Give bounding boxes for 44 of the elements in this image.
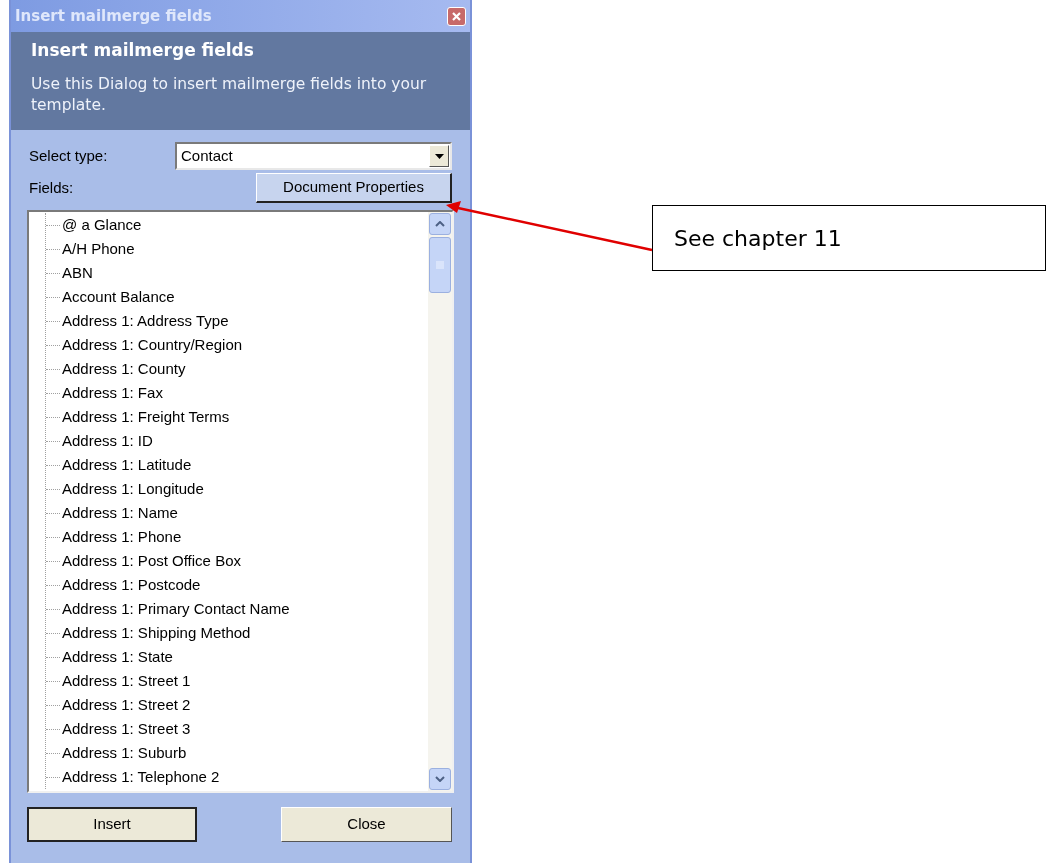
- field-item[interactable]: Address 1: Street 3: [62, 720, 191, 738]
- field-item[interactable]: Address 1: Country/Region: [62, 336, 243, 354]
- field-item[interactable]: Address 1: State: [62, 648, 173, 666]
- header-description: Use this Dialog to insert mailmerge fields into your template.: [31, 73, 428, 116]
- scroll-down-button[interactable]: [429, 768, 451, 790]
- dropdown-button[interactable]: [429, 145, 449, 167]
- field-item[interactable]: Address 1: Fax: [62, 384, 163, 402]
- field-item[interactable]: A/H Phone: [62, 240, 135, 258]
- field-item[interactable]: ABN: [62, 264, 93, 282]
- close-icon: [451, 10, 462, 22]
- field-item[interactable]: Address 1: Latitude: [62, 456, 192, 474]
- field-item[interactable]: Address 1: Primary Contact Name: [62, 600, 290, 618]
- scrollbar[interactable]: [428, 212, 452, 791]
- fields-label: Fields:: [29, 177, 74, 198]
- field-item[interactable]: Address 1: Post Office Box: [62, 552, 241, 570]
- window-title: Insert mailmerge fields: [15, 5, 212, 27]
- type-dropdown[interactable]: Contact: [175, 142, 452, 170]
- insert-button[interactable]: Insert: [27, 807, 197, 842]
- document-properties-button[interactable]: Document Properties: [256, 173, 452, 203]
- field-item[interactable]: Address 1: Suburb: [62, 744, 187, 762]
- field-item[interactable]: Address 1: Shipping Method: [62, 624, 251, 642]
- field-item[interactable]: Address 1: Freight Terms: [62, 408, 230, 426]
- field-item[interactable]: Address 1: Postcode: [62, 576, 201, 594]
- field-item[interactable]: @ a Glance: [62, 216, 142, 234]
- field-item[interactable]: Address 1: Name: [62, 504, 178, 522]
- field-item[interactable]: Address 1: Longitude: [62, 480, 204, 498]
- select-type-label: Select type:: [29, 145, 109, 166]
- field-item[interactable]: Address 1: Street 2: [62, 696, 191, 714]
- scroll-up-button[interactable]: [429, 213, 451, 235]
- field-item[interactable]: Address 1: Street 1: [62, 672, 191, 690]
- chevron-up-icon: [435, 221, 445, 227]
- caret-icon: [434, 153, 444, 159]
- chevron-down-icon: [435, 776, 445, 782]
- close-button[interactable]: [447, 6, 466, 26]
- field-item[interactable]: Address 1: Phone: [62, 528, 182, 546]
- callout-text: See chapter 11: [652, 205, 1046, 271]
- field-item[interactable]: Address 1: ID: [62, 432, 153, 450]
- close-dialog-button[interactable]: Close: [281, 807, 452, 842]
- field-item[interactable]: Account Balance: [62, 288, 175, 306]
- field-item[interactable]: Address 1: County: [62, 360, 186, 378]
- field-item[interactable]: Address 1: Telephone 2: [62, 768, 220, 786]
- field-item[interactable]: Address 1: Address Type: [62, 312, 229, 330]
- header-title: Insert mailmerge fields: [31, 39, 255, 62]
- scroll-thumb[interactable]: [429, 237, 451, 293]
